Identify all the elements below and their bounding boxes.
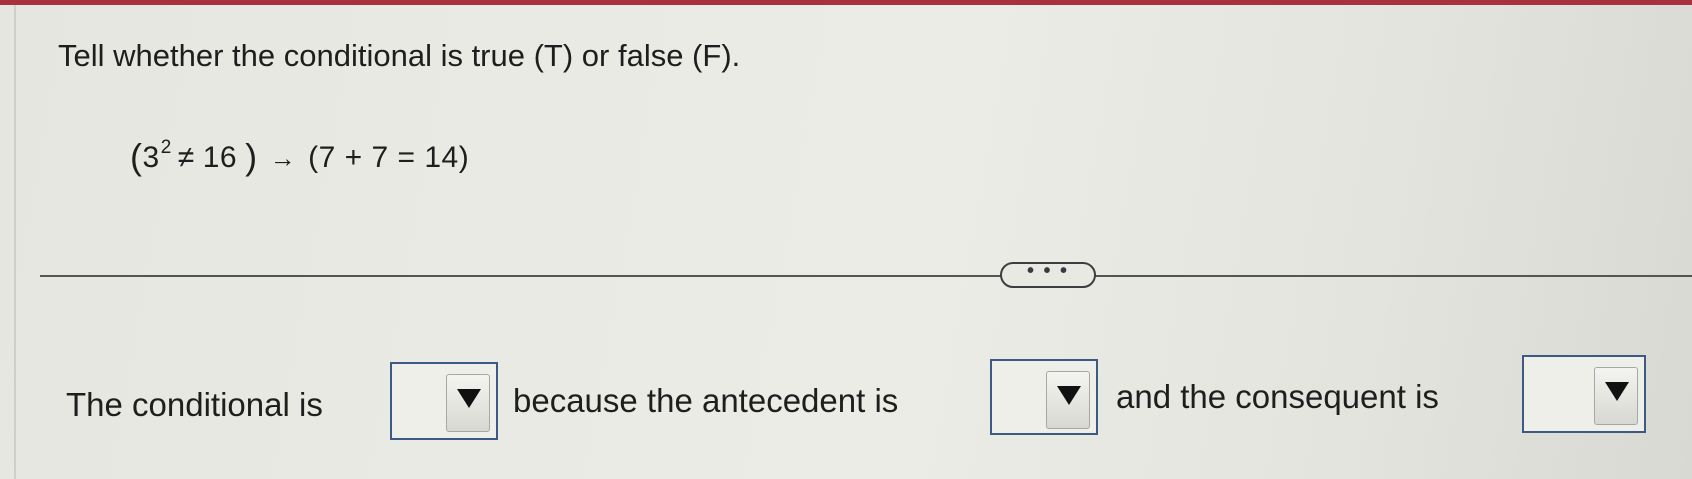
conditional-dropdown-button[interactable]: [446, 374, 490, 432]
triangle-down-icon: [1605, 382, 1629, 401]
answer-text-part3: and the consequent is: [1116, 378, 1439, 415]
answer-text-part2: because the antecedent is: [513, 382, 899, 419]
answer-row: The conditional is because the anteceden…: [0, 0, 1692, 479]
triangle-down-icon: [457, 389, 481, 408]
antecedent-dropdown-button[interactable]: [1046, 371, 1090, 429]
answer-text-part1: The conditional is: [66, 386, 323, 423]
consequent-dropdown-button[interactable]: [1594, 367, 1638, 425]
consequent-dropdown[interactable]: [1522, 355, 1646, 433]
conditional-dropdown[interactable]: [390, 362, 498, 440]
triangle-down-icon: [1057, 386, 1081, 405]
antecedent-dropdown[interactable]: [990, 359, 1098, 435]
